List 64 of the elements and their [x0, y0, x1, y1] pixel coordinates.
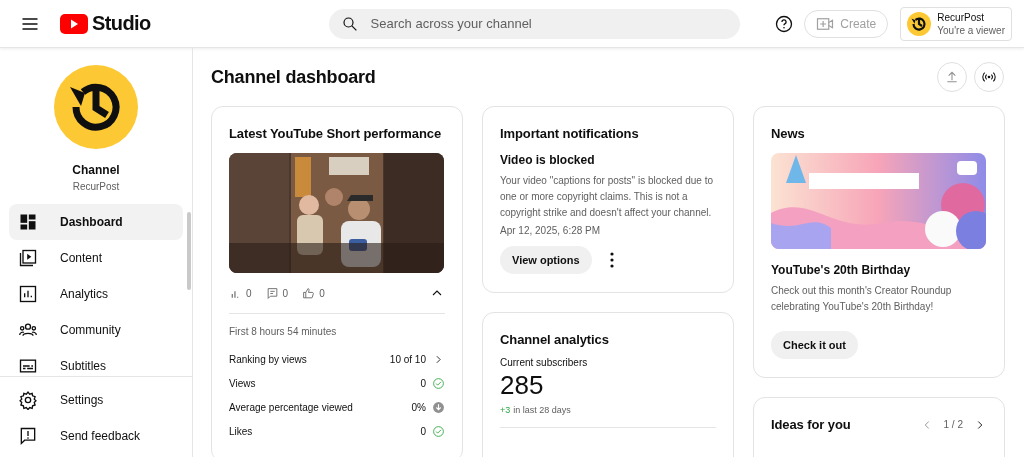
channel-avatar-icon — [54, 65, 138, 149]
settings-icon — [18, 390, 38, 410]
check-circle-icon — [432, 424, 445, 438]
comment-icon — [265, 286, 279, 300]
sidebar-item[interactable]: Settings — [9, 382, 183, 418]
check-circle-icon — [432, 376, 445, 390]
search-field[interactable]: Search across your channel — [328, 8, 740, 39]
stat-value: 0 — [282, 287, 289, 299]
arrow-down-circle-icon — [432, 400, 445, 414]
sidebar-item[interactable]: Community — [9, 312, 183, 348]
feedback-icon — [18, 426, 38, 446]
news-text: Check out this month's Creator Roundup celebrating YouTube's 20th Birthday! — [771, 284, 953, 314]
page-counter: 1 / 2 — [943, 419, 963, 430]
notification-title: Video is blocked — [500, 153, 596, 167]
channel-label: Channel — [72, 163, 120, 177]
period-label: First 8 hours 54 minutes — [229, 326, 338, 337]
upload-icon — [944, 69, 960, 85]
card-title: Channel analytics — [500, 332, 610, 347]
sidebar-item[interactable]: Subtitles — [9, 348, 183, 376]
notification-date: Apr 12, 2025, 6:28 PM — [500, 225, 602, 236]
notification-text: Your video "captions for posts" is blocked due to one or more copyright claims. This is not a copyright strike and doesn't affect your channel. — [500, 174, 714, 220]
card-title: Ideas for you — [771, 417, 851, 432]
change-period: in last 28 days — [513, 405, 571, 415]
subscriber-count: 285 — [500, 370, 545, 401]
thumbs-up-icon — [302, 286, 316, 300]
account-role: You're a viewer — [937, 24, 1005, 36]
help-icon — [774, 13, 795, 34]
view-options-button[interactable]: View options — [500, 246, 592, 274]
news-title: YouTube's 20th Birthday — [771, 263, 912, 277]
page-title: Channel dashboard — [211, 66, 377, 88]
metric-value: 10 of 10 — [389, 353, 426, 365]
metric-value: 0% — [411, 401, 426, 413]
card-title: Important notifications — [500, 126, 640, 141]
check-it-out-button[interactable]: Check it out — [771, 331, 858, 359]
bar-chart-icon — [18, 284, 38, 304]
metric-label: Ranking by views — [229, 353, 308, 365]
sidebar-item[interactable]: Analytics — [9, 276, 183, 312]
change-value: +3 — [500, 405, 511, 415]
metric-value: 0 — [420, 377, 426, 389]
search-icon — [340, 14, 359, 33]
sidebar-item[interactable]: Content — [9, 240, 183, 276]
more-vertical-icon — [609, 252, 614, 268]
card-title: Latest YouTube Short performance — [229, 126, 443, 141]
sidebar-item[interactable]: Send feedback — [9, 418, 183, 454]
metric-label: Likes — [229, 425, 254, 437]
avatar-icon — [907, 11, 932, 36]
broadcast-icon — [981, 69, 997, 85]
play-logo-icon — [60, 13, 88, 34]
metric-value: 0 — [420, 425, 426, 437]
go-live-button[interactable] — [974, 62, 1004, 92]
metric-label: Views — [229, 377, 257, 389]
video-library-icon — [18, 248, 38, 268]
sidebar-item[interactable]: Dashboard — [9, 204, 183, 240]
logo-text: Studio — [92, 12, 151, 35]
metric-label: Current subscribers — [500, 357, 589, 368]
account-card[interactable]: RecurPost You're a viewer — [900, 6, 1012, 41]
channel-name: RecurPost — [72, 181, 120, 192]
help-button[interactable] — [774, 13, 795, 34]
dashboard-icon — [18, 212, 38, 232]
account-name: RecurPost — [937, 11, 985, 23]
card-title: News — [771, 126, 806, 141]
stat-value: 0 — [246, 287, 252, 299]
stat-value: 0 — [319, 287, 325, 299]
metric-label: Average percentage viewed — [229, 401, 354, 413]
